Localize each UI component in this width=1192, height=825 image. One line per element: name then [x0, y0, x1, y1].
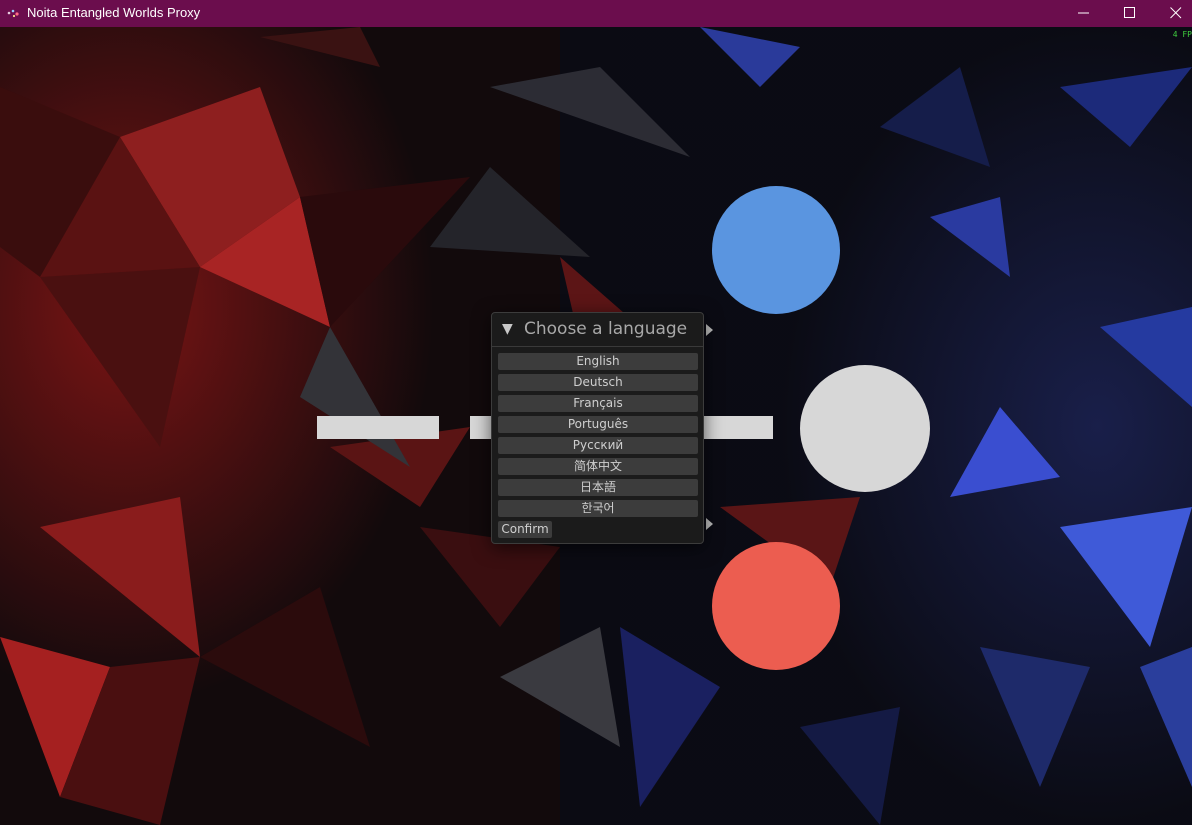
arrow-right-icon — [706, 518, 713, 530]
close-button[interactable] — [1153, 0, 1192, 27]
language-dialog: ▼ Choose a language English Deutsch Fran… — [491, 312, 704, 544]
close-icon — [1170, 7, 1182, 19]
language-button-russian[interactable]: Русский — [498, 437, 698, 454]
gray-circle — [800, 365, 930, 492]
dialog-header[interactable]: ▼ Choose a language — [492, 313, 703, 347]
collapse-triangle-icon[interactable]: ▼ — [502, 321, 513, 337]
language-button-deutsch[interactable]: Deutsch — [498, 374, 698, 391]
language-button-japanese[interactable]: 日本語 — [498, 479, 698, 496]
title-bar: Noita Entangled Worlds Proxy — [0, 0, 1192, 27]
language-button-chinese[interactable]: 简体中文 — [498, 458, 698, 475]
app-icon — [7, 9, 19, 18]
minimize-icon — [1078, 12, 1089, 14]
blue-circle — [712, 186, 840, 314]
language-button-francais[interactable]: Français — [498, 395, 698, 412]
decorative-bar-right — [704, 416, 773, 439]
minimize-button[interactable] — [1061, 0, 1107, 27]
language-button-portugues[interactable]: Português — [498, 416, 698, 433]
red-circle — [712, 542, 840, 670]
maximize-button[interactable] — [1107, 0, 1153, 27]
language-button-korean[interactable]: 한국어 — [498, 500, 698, 517]
fps-counter: 4 FP — [1172, 30, 1192, 39]
language-button-english[interactable]: English — [498, 353, 698, 370]
arrow-right-icon — [706, 324, 713, 336]
maximize-icon — [1124, 7, 1135, 18]
confirm-button[interactable]: Confirm — [498, 521, 552, 538]
dialog-title: Choose a language — [524, 319, 688, 339]
window-title: Noita Entangled Worlds Proxy — [27, 5, 201, 20]
decorative-bar-left — [317, 416, 439, 439]
